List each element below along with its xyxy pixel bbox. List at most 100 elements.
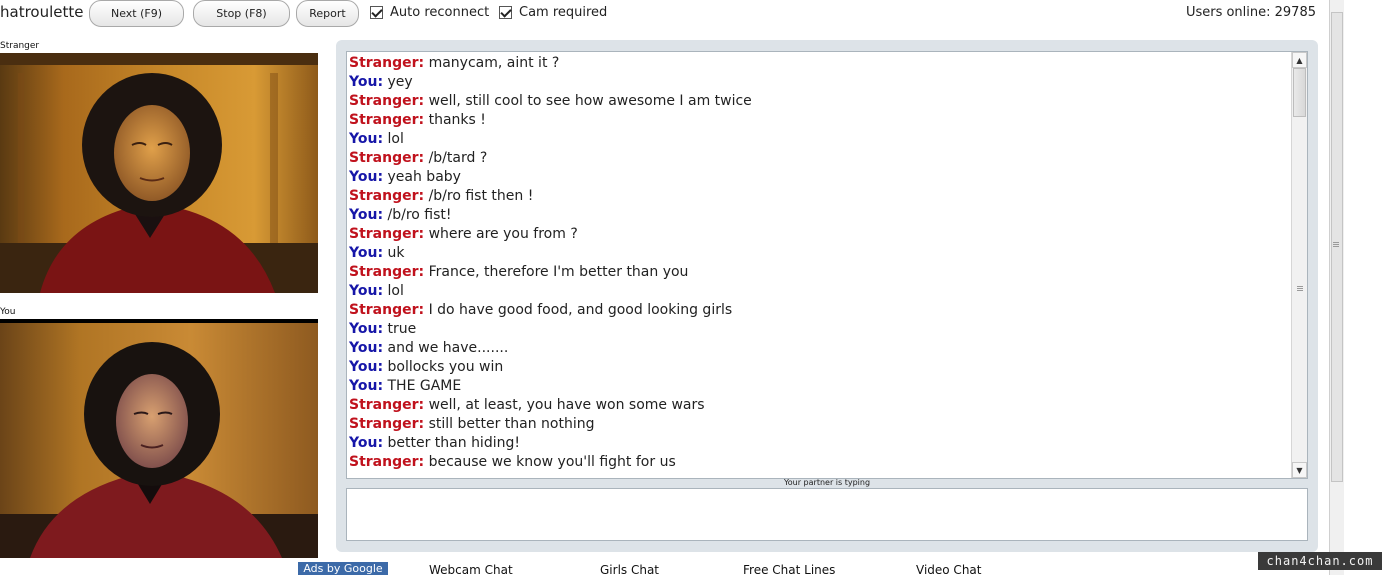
- message-text: well, at least, you have won some wars: [428, 397, 705, 413]
- next-button[interactable]: Next (F9): [89, 0, 184, 27]
- message-text: /b/tard ?: [428, 150, 488, 166]
- chat-message: Stranger: still better than nothing: [349, 415, 1289, 434]
- message-text: France, therefore I'm better than you: [428, 264, 689, 280]
- chat-message: You: lol: [349, 282, 1289, 301]
- stranger-video-label: Stranger: [0, 41, 40, 51]
- page-scroll-thumb[interactable]: [1331, 12, 1343, 482]
- your-video: [0, 319, 318, 558]
- message-text: yey: [387, 74, 413, 90]
- chat-message: You: and we have.......: [349, 339, 1289, 358]
- chat-messages: Stranger: manycam, aint it ? You: yey Stra…: [349, 54, 1289, 472]
- chatroulette-page: hatroulette Next (F9) Stop (F8) Report A…: [0, 0, 1382, 575]
- typing-status: Your partner is typing: [783, 478, 871, 487]
- chat-message: Stranger: /b/tard ?: [349, 149, 1289, 168]
- chat-message: You: yey: [349, 73, 1289, 92]
- message-sender: Stranger:: [349, 188, 425, 204]
- footer-link-video-chat[interactable]: Video Chat: [916, 563, 981, 575]
- scroll-up-button[interactable]: ▲: [1292, 52, 1307, 68]
- message-text: /b/ro fist!: [387, 207, 452, 223]
- chat-log[interactable]: Stranger: manycam, aint it ? You: yey Stra…: [346, 51, 1308, 479]
- message-sender: You:: [349, 321, 384, 337]
- message-text: uk: [387, 245, 405, 261]
- scroll-down-button[interactable]: ▼: [1292, 462, 1307, 478]
- scroll-thumb[interactable]: [1293, 68, 1306, 117]
- message-sender: Stranger:: [349, 416, 425, 432]
- message-sender: Stranger:: [349, 226, 425, 242]
- chat-message: You: uk: [349, 244, 1289, 263]
- chat-message: Stranger: thanks !: [349, 111, 1289, 130]
- message-sender: Stranger:: [349, 302, 425, 318]
- message-sender: You:: [349, 131, 384, 147]
- message-text: THE GAME: [387, 378, 462, 394]
- message-text: yeah baby: [387, 169, 461, 185]
- message-sender: You:: [349, 169, 384, 185]
- chat-message: You: THE GAME: [349, 377, 1289, 396]
- page-scroll-grip-icon: [1333, 242, 1339, 243]
- cam-required-checkbox[interactable]: [499, 6, 512, 19]
- chat-message: Stranger: well, at least, you have won s…: [349, 396, 1289, 415]
- chat-message: You: bollocks you win: [349, 358, 1289, 377]
- page-scroll-grip-icon: [1333, 244, 1339, 245]
- message-sender: You:: [349, 207, 384, 223]
- message-text: and we have.......: [387, 340, 509, 356]
- chat-message: Stranger: well, still cool to see how aw…: [349, 92, 1289, 111]
- footer-link-girls-chat[interactable]: Girls Chat: [600, 563, 659, 575]
- stop-button[interactable]: Stop (F8): [193, 0, 290, 27]
- message-sender: Stranger:: [349, 264, 425, 280]
- message-text: well, still cool to see how awesome I am…: [428, 93, 752, 109]
- message-sender: You:: [349, 340, 384, 356]
- message-sender: Stranger:: [349, 112, 425, 128]
- message-sender: You:: [349, 245, 384, 261]
- chat-message: You: yeah baby: [349, 168, 1289, 187]
- chat-message: You: true: [349, 320, 1289, 339]
- auto-reconnect-option[interactable]: Auto reconnect: [370, 5, 489, 20]
- chat-message: Stranger: manycam, aint it ?: [349, 54, 1289, 73]
- message-sender: You:: [349, 74, 384, 90]
- message-sender: Stranger:: [349, 454, 425, 470]
- ads-by-google-link[interactable]: Ads by Google: [298, 562, 388, 575]
- watermark: chan4chan.com: [1258, 552, 1382, 570]
- cam-required-label: Cam required: [519, 5, 608, 20]
- chat-message: Stranger: France, therefore I'm better t…: [349, 263, 1289, 282]
- footer-link-webcam-chat[interactable]: Webcam Chat: [429, 563, 513, 575]
- chat-message: You: better than hiding!: [349, 434, 1289, 453]
- footer-link-free-chat-lines[interactable]: Free Chat Lines: [743, 563, 835, 575]
- chat-message: Stranger: /b/ro fist then !: [349, 187, 1289, 206]
- message-sender: Stranger:: [349, 55, 425, 71]
- site-title: hatroulette: [0, 3, 84, 21]
- message-text: bollocks you win: [387, 359, 504, 375]
- chat-message: Stranger: where are you from ?: [349, 225, 1289, 244]
- scroll-grip-icon: [1297, 290, 1303, 291]
- message-sender: Stranger:: [349, 397, 425, 413]
- message-text: /b/ro fist then !: [428, 188, 534, 204]
- message-sender: You:: [349, 378, 384, 394]
- message-text: true: [387, 321, 417, 337]
- auto-reconnect-label: Auto reconnect: [390, 5, 490, 20]
- report-button[interactable]: Report: [296, 0, 359, 27]
- chat-message: You: /b/ro fist!: [349, 206, 1289, 225]
- cam-required-option[interactable]: Cam required: [499, 5, 607, 20]
- message-text: thanks !: [428, 112, 486, 128]
- chat-message: Stranger: I do have good food, and good …: [349, 301, 1289, 320]
- chat-message: You: lol: [349, 130, 1289, 149]
- page-scroll-grip-icon: [1333, 246, 1339, 247]
- scroll-grip-icon: [1297, 286, 1303, 287]
- scroll-grip-icon: [1297, 288, 1303, 289]
- you-video-label: You: [0, 307, 16, 317]
- message-text: still better than nothing: [428, 416, 595, 432]
- stranger-video: [0, 53, 318, 293]
- auto-reconnect-checkbox[interactable]: [370, 6, 383, 19]
- message-text: better than hiding!: [387, 435, 520, 451]
- message-input[interactable]: [346, 488, 1308, 541]
- message-text: manycam, aint it ?: [428, 55, 560, 71]
- chat-message: Stranger: because we know you'll fight f…: [349, 453, 1289, 472]
- message-sender: You:: [349, 283, 384, 299]
- chat-scrollbar[interactable]: ▲ ▼: [1291, 52, 1307, 478]
- message-sender: You:: [349, 435, 384, 451]
- message-text: I do have good food, and good looking gi…: [428, 302, 733, 318]
- message-text: lol: [387, 131, 404, 147]
- message-sender: Stranger:: [349, 93, 425, 109]
- page-scrollbar[interactable]: [1329, 0, 1344, 575]
- message-text: where are you from ?: [428, 226, 578, 242]
- message-text: because we know you'll fight for us: [428, 454, 676, 470]
